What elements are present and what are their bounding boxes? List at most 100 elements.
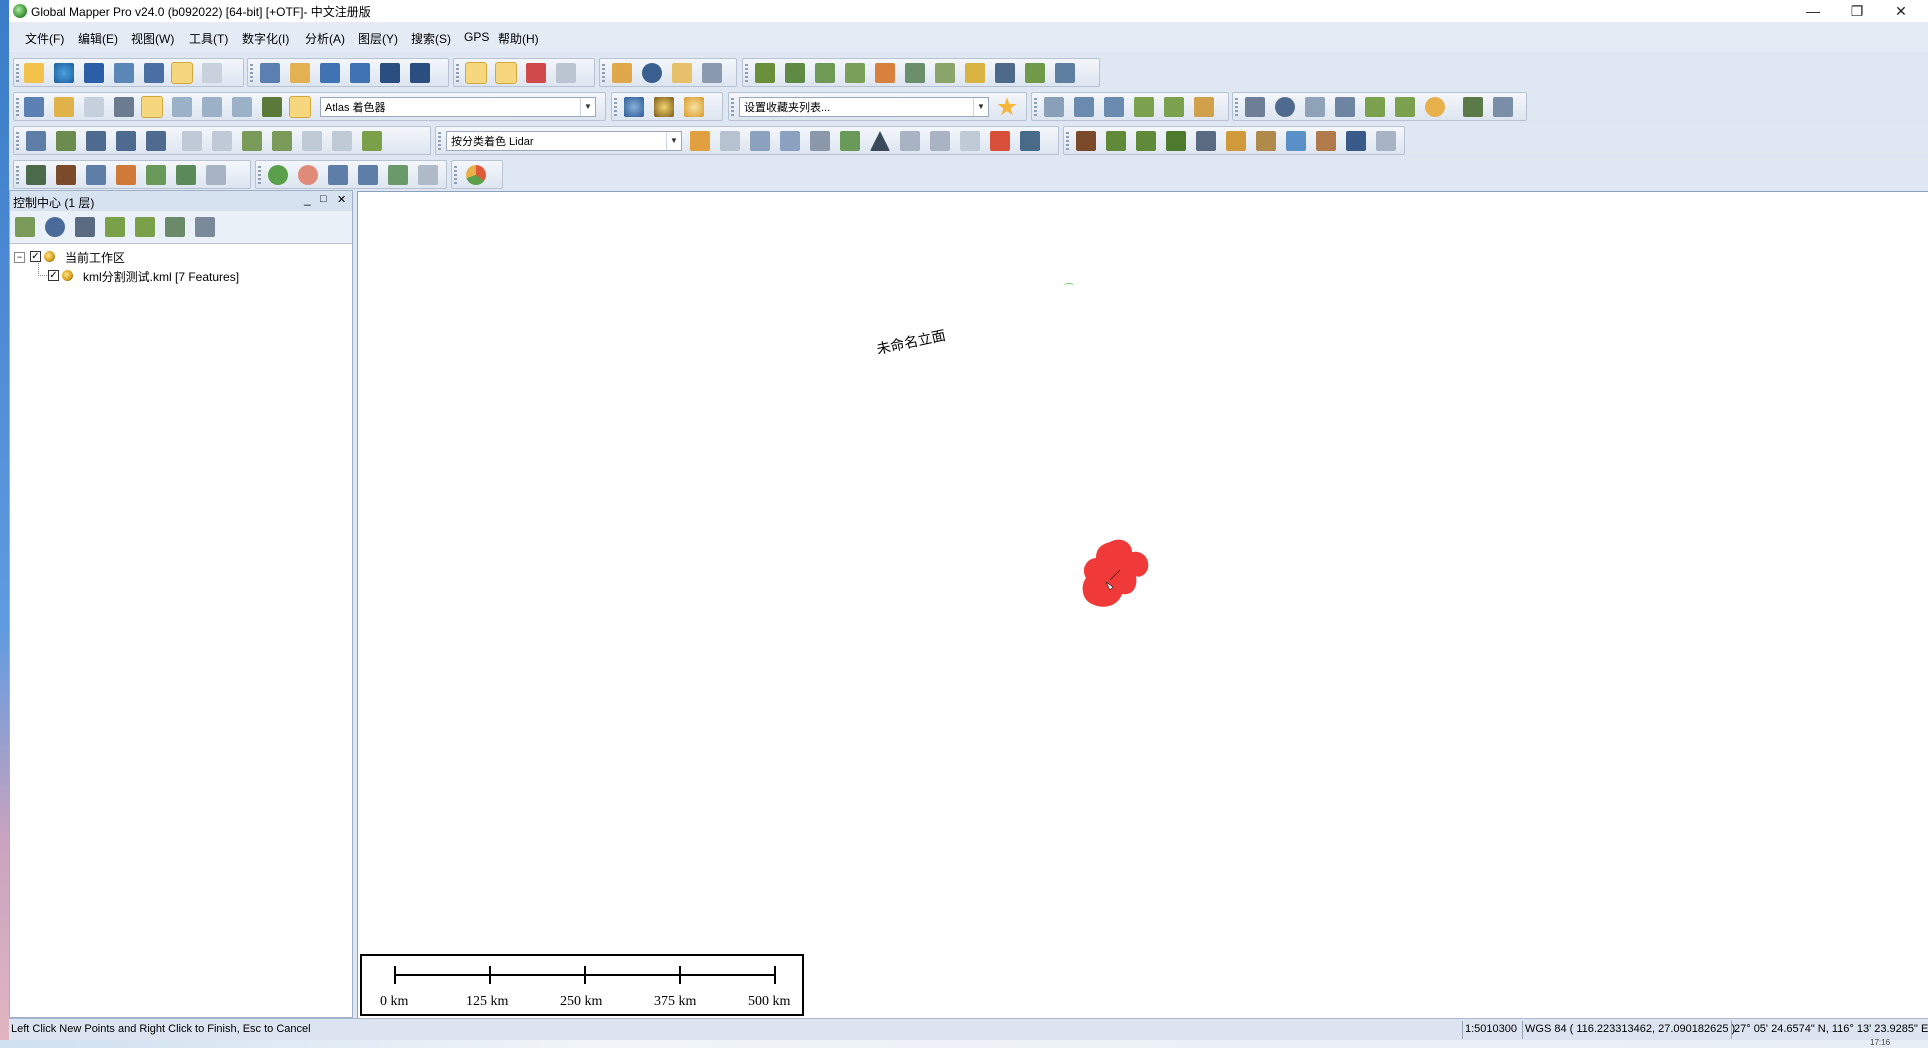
lidar-color-select[interactable]: 按分类着色 Lidar ▼ [446, 131, 682, 151]
water-level-icon[interactable] [172, 97, 192, 117]
pan-hand-icon[interactable] [290, 63, 310, 83]
toolbar-grip[interactable] [614, 98, 617, 118]
select-box-icon[interactable] [495, 62, 517, 84]
water-up-icon[interactable] [202, 97, 222, 117]
info-icon[interactable] [642, 63, 662, 83]
snap-icon[interactable] [272, 131, 292, 151]
snap-icon[interactable] [242, 131, 262, 151]
plane-icon[interactable] [358, 165, 378, 185]
panel-maximize-button[interactable]: □ [320, 193, 327, 205]
menu-layer[interactable]: 图层(Y) [358, 30, 398, 47]
menu-search[interactable]: 搜索(S) [411, 30, 451, 47]
join-line-icon[interactable] [212, 131, 232, 151]
toolbar-grip[interactable] [731, 98, 734, 118]
angle-icon[interactable] [1245, 97, 1265, 117]
toolbar-grip[interactable] [438, 132, 441, 152]
slope-icon[interactable] [935, 63, 955, 83]
scatter-icon[interactable] [26, 165, 46, 185]
3d-view-icon[interactable] [114, 97, 134, 117]
workspace-label[interactable]: 当前工作区 [65, 249, 125, 266]
ruler-icon[interactable] [612, 63, 632, 83]
points-icon[interactable] [720, 131, 740, 151]
selection-icon[interactable] [1376, 131, 1396, 151]
paint-icon[interactable] [206, 165, 226, 185]
menu-file[interactable]: 文件(F) [25, 30, 64, 47]
delete-vertex-icon[interactable] [146, 131, 166, 151]
crop-icon[interactable] [332, 131, 352, 151]
wrench-icon[interactable] [144, 63, 164, 83]
hillshade-icon[interactable] [141, 96, 163, 118]
globe-icon[interactable] [54, 63, 74, 83]
ruler-icon[interactable] [362, 131, 382, 151]
water-down-icon[interactable] [232, 97, 252, 117]
fly-icon[interactable] [328, 165, 348, 185]
brush-icon[interactable] [1395, 97, 1415, 117]
polygon-feature[interactable] [1080, 538, 1160, 620]
menu-tools[interactable]: 工具(T) [189, 30, 228, 47]
close-button[interactable]: ✕ [1879, 0, 1923, 22]
zoom-in-icon[interactable] [320, 63, 340, 83]
path-icon[interactable] [84, 97, 104, 117]
toolbar-grip[interactable] [1066, 132, 1069, 152]
tree-icon[interactable] [1166, 131, 1186, 151]
toolbar-grip[interactable] [1034, 98, 1037, 118]
zoom-to-layer-icon[interactable] [135, 217, 155, 237]
contour-icon[interactable] [785, 63, 805, 83]
toolbar-grip[interactable] [258, 166, 261, 186]
favorites-select[interactable]: 设置收藏夹列表... ▼ [739, 97, 989, 117]
triangle-icon[interactable] [870, 131, 890, 151]
zoom-out-icon[interactable] [350, 63, 370, 83]
toolbar-grip[interactable] [16, 98, 19, 118]
chevron-down-icon[interactable]: ▼ [973, 98, 988, 116]
building-icon[interactable] [86, 165, 106, 185]
brush-icon[interactable] [1194, 97, 1214, 117]
grid-points-icon[interactable] [810, 131, 830, 151]
layers-stack-icon[interactable] [990, 131, 1010, 151]
cloud-icon[interactable] [900, 131, 920, 151]
layer-label[interactable]: kml分割测试.kml [7 Features] [83, 268, 239, 285]
menu-analysis[interactable]: 分析(A) [305, 30, 345, 47]
toolbar-grip[interactable] [745, 64, 748, 84]
table-icon[interactable] [114, 63, 134, 83]
chevron-down-icon[interactable]: ▼ [666, 132, 681, 150]
moon-icon[interactable] [684, 97, 704, 117]
screen-icon[interactable] [556, 63, 576, 83]
save-icon[interactable] [84, 63, 104, 83]
overview-icon[interactable] [202, 63, 222, 83]
brush-icon[interactable] [1164, 97, 1184, 117]
toolbar-grip[interactable] [454, 166, 457, 186]
cross-icon[interactable] [995, 63, 1015, 83]
filter-icon[interactable] [690, 131, 710, 151]
layer-checkbox[interactable]: ✓ [48, 270, 59, 281]
toolbar-grip[interactable] [16, 132, 19, 152]
noise-icon[interactable] [1316, 131, 1336, 151]
scale-icon[interactable] [56, 131, 76, 151]
mountain-icon[interactable] [815, 63, 835, 83]
grass-icon[interactable] [1106, 131, 1126, 151]
surface-icon[interactable] [960, 131, 980, 151]
classify-icon[interactable] [1020, 131, 1040, 151]
close-layer-icon[interactable] [195, 217, 215, 237]
mountain-icon[interactable] [845, 63, 865, 83]
map-view[interactable]: 未命名立面 0 km 125 km 250 km 375 km 500 km [357, 191, 1928, 1018]
connect-icon[interactable] [302, 131, 322, 151]
find-icon[interactable] [672, 63, 692, 83]
edit-points-icon[interactable] [840, 131, 860, 151]
curve-icon[interactable] [1104, 97, 1124, 117]
path-edit-icon[interactable] [1335, 97, 1355, 117]
menu-gps[interactable]: GPS [464, 30, 489, 44]
dotted-line-icon[interactable] [1044, 97, 1064, 117]
open-layer-icon[interactable] [15, 217, 35, 237]
menu-digitize[interactable]: 数字化(I) [242, 30, 289, 47]
menu-view[interactable]: 视图(W) [131, 30, 174, 47]
workspace-checkbox[interactable]: ✓ [30, 251, 41, 262]
search-points-icon[interactable] [750, 131, 770, 151]
toolbar-grip[interactable] [16, 64, 19, 84]
attribute-table-icon[interactable] [75, 217, 95, 237]
menu-edit[interactable]: 编辑(E) [78, 30, 118, 47]
search-icon[interactable] [780, 131, 800, 151]
web-globe-icon[interactable] [624, 97, 644, 117]
toolbar-grip[interactable] [456, 64, 459, 84]
brush-icon[interactable] [1365, 97, 1385, 117]
toolbar-grip[interactable] [250, 64, 253, 84]
